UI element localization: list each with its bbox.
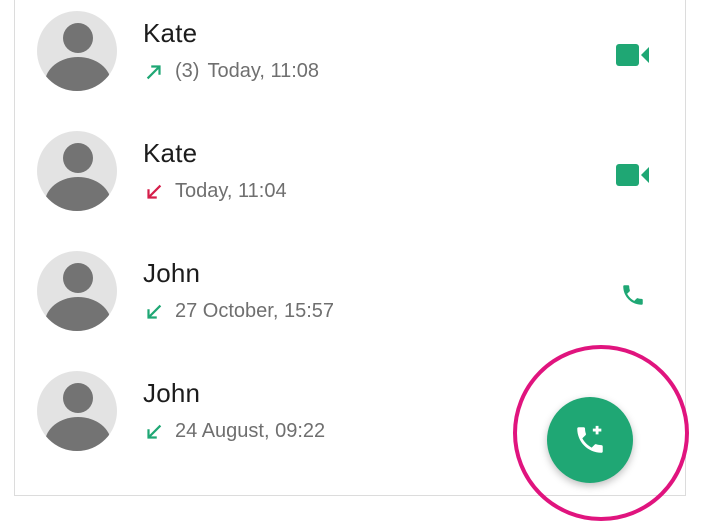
- contact-name: Kate: [143, 138, 198, 168]
- avatar: [37, 251, 117, 331]
- call-row[interactable]: Kate Today, 11:04: [15, 118, 687, 238]
- video-camera-icon: [616, 164, 649, 186]
- call-time: Today, 11:04: [175, 180, 287, 202]
- contact-name: John: [143, 258, 201, 288]
- call-count: (3): [175, 60, 200, 82]
- incoming-call-arrow-icon: [147, 424, 162, 439]
- missed-call-arrow-icon: [147, 184, 162, 199]
- call-meta: Today, 11:04: [143, 180, 287, 203]
- phone-icon: [623, 285, 643, 305]
- avatar: [37, 371, 117, 451]
- call-time: 27 October, 15:57: [175, 300, 335, 322]
- video-camera-icon: [616, 44, 649, 66]
- video-call-button[interactable]: [615, 40, 651, 70]
- call-meta: 24 August, 09:22: [143, 420, 325, 443]
- avatar: [37, 131, 117, 211]
- add-call-icon: [577, 425, 603, 453]
- video-call-button[interactable]: [615, 160, 651, 190]
- call-meta: (3) Today, 11:08: [143, 60, 319, 83]
- call-time: Today, 11:08: [207, 60, 320, 82]
- voice-call-button[interactable]: [615, 280, 651, 310]
- contact-name: John: [143, 378, 201, 408]
- call-time: 24 August, 09:22: [175, 420, 326, 442]
- avatar: [37, 11, 117, 91]
- outgoing-call-arrow-icon: [146, 64, 161, 79]
- incoming-call-arrow-icon: [147, 304, 162, 319]
- contact-name: Kate: [143, 18, 198, 48]
- call-row[interactable]: Kate (3) Today, 11:08: [15, 0, 687, 118]
- call-row[interactable]: John 27 October, 15:57: [15, 238, 687, 358]
- call-meta: 27 October, 15:57: [143, 300, 334, 323]
- new-call-fab[interactable]: [547, 397, 633, 483]
